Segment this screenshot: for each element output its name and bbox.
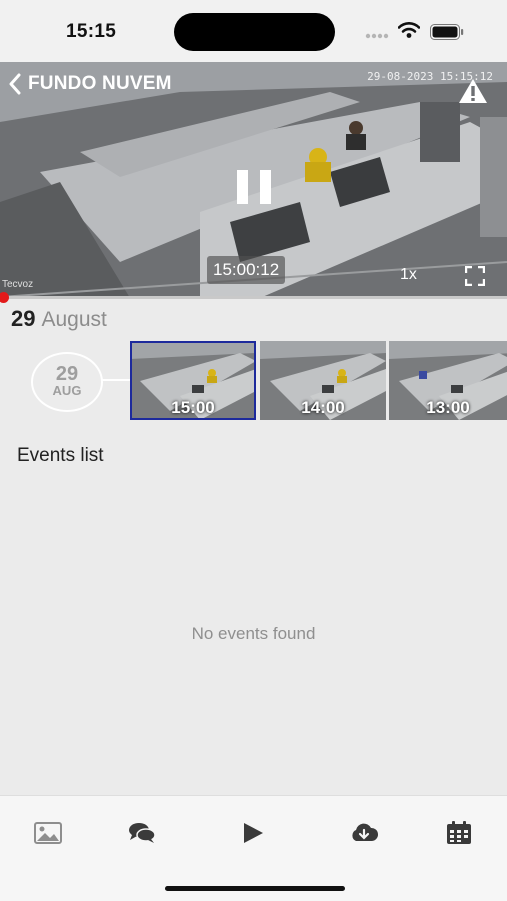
day-badge-month: AUG	[52, 383, 82, 398]
back-button[interactable]: FUNDO NUVEM	[8, 73, 172, 95]
signal-icon	[365, 33, 389, 39]
tab-playback[interactable]	[233, 818, 273, 848]
tab-messages[interactable]	[122, 818, 162, 848]
timeline-thumbnail[interactable]: 14:00	[260, 341, 386, 420]
playback-scrubber[interactable]	[0, 292, 9, 303]
battery-icon	[430, 24, 464, 40]
tab-gallery[interactable]	[28, 818, 68, 848]
video-player[interactable]: FUNDO NUVEM 29-08-2023 15:15:12 15:00:12…	[0, 62, 507, 298]
events-empty-message: No events found	[191, 624, 316, 643]
thumbnail-time: 15:00	[171, 398, 215, 417]
calendar-icon	[447, 821, 471, 844]
playback-progress-bar[interactable]	[0, 296, 507, 299]
tab-downloads[interactable]	[344, 818, 384, 848]
home-indicator	[165, 886, 345, 891]
date-day: 29	[11, 306, 36, 331]
timeline-connector	[101, 379, 131, 381]
pause-icon[interactable]	[235, 169, 273, 205]
date-heading: 29 August	[11, 306, 107, 332]
speed-button[interactable]: 1x	[400, 266, 417, 284]
date-month: August	[41, 308, 107, 331]
warning-icon[interactable]	[458, 78, 488, 104]
play-icon	[244, 823, 263, 843]
timeline-thumbnail[interactable]: 15:00	[130, 341, 256, 420]
chat-icon	[129, 823, 156, 843]
chevron-left-icon	[9, 73, 21, 95]
day-badge-day: 29	[55, 363, 79, 385]
camera-name: FUNDO NUVEM	[28, 73, 172, 94]
image-icon	[34, 822, 62, 844]
playback-time: 15:00:12	[207, 256, 286, 284]
status-bar: 15:15	[0, 0, 507, 62]
thumbnail-time: 14:00	[301, 398, 345, 417]
timeline-thumbnail[interactable]: 13:00	[389, 341, 507, 420]
day-badge[interactable]: 29 AUG	[31, 352, 103, 412]
watermark: Tecvoz	[2, 279, 34, 290]
thumbnail-time: 13:00	[426, 398, 470, 417]
tab-calendar[interactable]	[439, 818, 479, 848]
dynamic-island	[174, 13, 335, 51]
fullscreen-icon[interactable]	[465, 266, 485, 286]
events-list-title: Events list	[17, 445, 104, 466]
status-time: 15:15	[66, 21, 117, 42]
cloud-download-icon	[352, 823, 379, 841]
wifi-icon	[398, 22, 420, 38]
